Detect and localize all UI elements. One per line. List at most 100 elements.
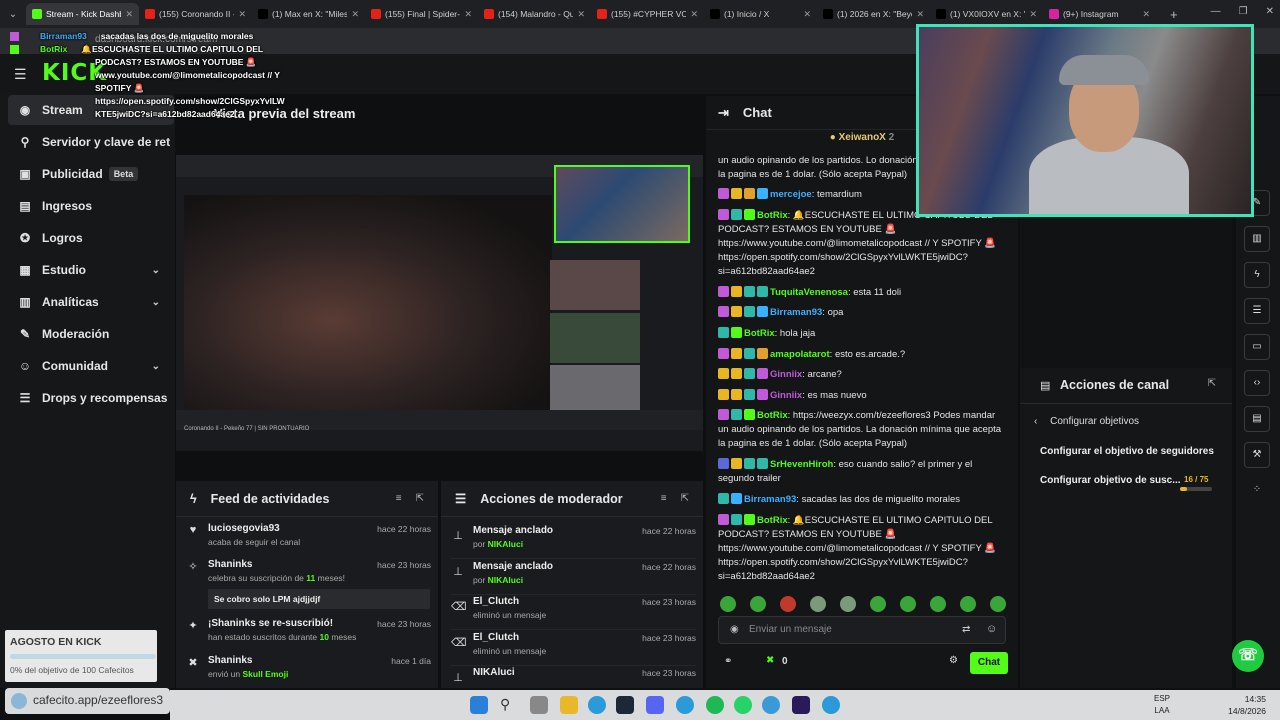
code-icon[interactable]: ‹› [1244, 370, 1270, 396]
tab-close-icon[interactable]: ✕ [1142, 9, 1150, 20]
chevron-down-icon[interactable]: ⌄ [152, 265, 160, 276]
sidebar-item-estudio[interactable]: ▦ Estudio ⌄ [8, 255, 174, 285]
browser-tab[interactable]: (155) Coronando II - ✕ [139, 3, 252, 25]
sidebar-item-logros[interactable]: ✪ Logros [8, 223, 174, 253]
file-explorer-icon[interactable] [560, 696, 578, 714]
emote-icon[interactable] [720, 596, 736, 612]
chrome-icon[interactable] [676, 696, 694, 714]
app-icon[interactable] [822, 696, 840, 714]
steam-icon[interactable] [616, 696, 634, 714]
chat-username[interactable]: mercejoe [770, 189, 812, 200]
filter-icon[interactable]: ≡ [396, 493, 402, 504]
chat-username[interactable]: BotRix [757, 210, 788, 221]
chat-username[interactable]: Ginniix [770, 369, 802, 380]
close-window-icon[interactable]: ✕ [1266, 6, 1274, 17]
tab-close-icon[interactable]: ✕ [238, 9, 246, 20]
message-icon[interactable]: ▭ [1244, 334, 1270, 360]
sidebar-item-comunidad[interactable]: ☺ Comunidad ⌄ [8, 351, 174, 381]
discord-icon[interactable] [646, 696, 664, 714]
chat-settings-link-icon[interactable]: ⚭ [724, 656, 732, 667]
emote-icon[interactable] [900, 596, 916, 612]
chat-username[interactable]: Ginniix [770, 390, 802, 401]
layout-icon[interactable]: ▤ [1244, 406, 1270, 432]
sidebar-item-servidor[interactable]: ⚲ Servidor y clave de retransmisión [8, 127, 174, 157]
tab-close-icon[interactable]: ✕ [577, 9, 585, 20]
tab-close-icon[interactable]: ✕ [125, 9, 133, 20]
tab-close-icon[interactable]: ✕ [1029, 9, 1037, 20]
emote-icon[interactable] [840, 596, 856, 612]
start-icon[interactable] [470, 696, 488, 714]
tab-close-icon[interactable]: ✕ [351, 9, 359, 20]
chat-username[interactable]: BotRix [744, 328, 775, 339]
browser-tab[interactable]: (155) #CYPHER VOL ✕ [591, 3, 704, 25]
sidebar-item-drops[interactable]: ☰ Drops y recompensas [8, 383, 174, 413]
mod-action-user[interactable]: NIKAluci [488, 539, 523, 549]
chat-username[interactable]: TuquitaVenenosa [770, 287, 848, 298]
gear-icon[interactable]: ⚙ [949, 655, 958, 666]
share-icon[interactable]: ⁘ [1244, 478, 1270, 504]
task-view-icon[interactable] [530, 696, 548, 714]
premiere-icon[interactable] [792, 696, 810, 714]
edge-icon[interactable] [588, 696, 606, 714]
panel-icon[interactable]: ▥ [1244, 226, 1270, 252]
send-chat-button[interactable]: Chat [970, 652, 1008, 674]
browser-tab[interactable]: Stream - Kick Dashb ✕ [26, 3, 139, 25]
filter-icon[interactable]: ≡ [661, 493, 667, 504]
chevron-down-icon[interactable]: ⌄ [152, 361, 160, 372]
chat-username[interactable]: Birraman93 [770, 307, 822, 318]
chat-username[interactable]: Birraman93 [744, 494, 796, 505]
chevron-down-icon[interactable]: ⌄ [152, 297, 160, 308]
emote-icon[interactable] [780, 596, 796, 612]
maximize-icon[interactable]: ❐ [1239, 6, 1248, 17]
goal-item[interactable]: Configurar objetivo de susc... 16 / 75 [1040, 475, 1220, 491]
emote-icon[interactable] [810, 596, 826, 612]
tab-close-icon[interactable]: ✕ [690, 9, 698, 20]
spotify-icon[interactable] [706, 696, 724, 714]
tab-list-chevron-icon[interactable]: ⌄ [0, 9, 26, 20]
new-tab-button[interactable]: + [1170, 7, 1178, 22]
popout-icon[interactable]: ⇱ [416, 493, 424, 504]
mod-action-user[interactable]: NIKAluci [488, 575, 523, 585]
stream-preview[interactable]: Coronando II - Pekeño 77 | SIN PRONTUARI… [176, 155, 703, 451]
sidebar-item-ingresos[interactable]: ▤ Ingresos [8, 191, 174, 221]
chat-username[interactable]: amapolatarot [770, 349, 830, 360]
chat-username[interactable]: BotRix [757, 515, 788, 526]
search-icon[interactable]: ⚲ [500, 696, 518, 714]
browser-tab[interactable]: (1) 2026 en X: "Beyo ✕ [817, 3, 930, 25]
popout-icon[interactable]: ⇱ [1208, 378, 1216, 389]
popout-icon[interactable]: ⇱ [681, 493, 689, 504]
chat-username[interactable]: SrHevenHiroh [770, 459, 833, 470]
browser-tab[interactable]: (1) Max en X: "Miles ✕ [252, 3, 365, 25]
chat-collapse-icon[interactable]: ⇥ [718, 105, 729, 121]
browser-tab[interactable]: (154) Malandro - Qu ✕ [478, 3, 591, 25]
list-icon[interactable]: ☰ [1244, 298, 1270, 324]
sidebar-item-analíticas[interactable]: ▥ Analíticas ⌄ [8, 287, 174, 317]
browser-tab[interactable]: (1) VX0IOXV en X: "@ ✕ [930, 3, 1043, 25]
browser-tab[interactable]: (1) Inicio / X ✕ [704, 3, 817, 25]
emoji-icon[interactable]: ☺ [986, 623, 997, 635]
chat-user-icon[interactable]: ◉ [730, 624, 739, 635]
whatsapp-icon[interactable] [734, 696, 752, 714]
tab-close-icon[interactable]: ✕ [803, 9, 811, 20]
wrench-icon[interactable]: ⚒ [1244, 442, 1270, 468]
browser-tab[interactable]: (155) Final | Spider-N ✕ [365, 3, 478, 25]
emote-icon[interactable] [870, 596, 886, 612]
tab-close-icon[interactable]: ✕ [916, 9, 924, 20]
sidebar-item-moderación[interactable]: ✎ Moderación [8, 319, 174, 349]
emote-icon[interactable] [750, 596, 766, 612]
chat-username[interactable]: BotRix [757, 410, 788, 421]
translate-icon[interactable]: ⇄ [962, 624, 970, 635]
browser-tab[interactable]: (9+) Instagram ✕ [1043, 3, 1156, 25]
emote-icon[interactable] [930, 596, 946, 612]
back-button[interactable]: ‹ Configurar objetivos [1034, 416, 1139, 427]
goal-item[interactable]: Configurar el objetivo de seguidores [1040, 446, 1220, 457]
browser-icon[interactable] [762, 696, 780, 714]
sidebar-item-publicidad[interactable]: ▣ Publicidad Beta [8, 159, 174, 189]
emote-icon[interactable] [960, 596, 976, 612]
minimize-icon[interactable]: — [1211, 6, 1221, 17]
emote-icon[interactable] [990, 596, 1006, 612]
bolt-icon[interactable]: ϟ [1244, 262, 1270, 288]
system-clock[interactable]: 14:35 14/8/2026 [1228, 693, 1266, 717]
tab-close-icon[interactable]: ✕ [464, 9, 472, 20]
language-indicator[interactable]: ESP LAA [1154, 693, 1170, 717]
